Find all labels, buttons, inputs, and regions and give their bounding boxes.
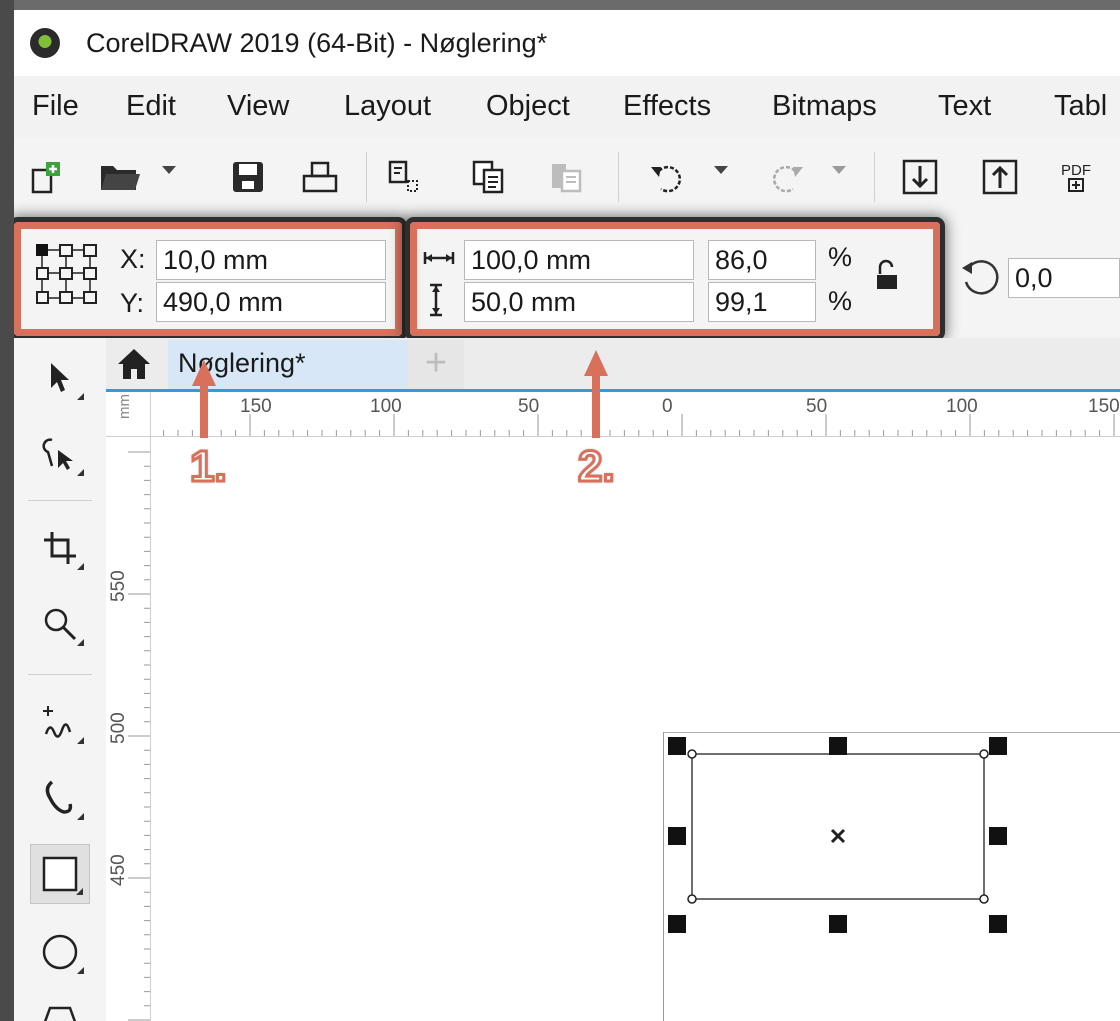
ruler-origin-corner[interactable]: mm [106,392,151,437]
flyout-indicator-icon [77,563,84,570]
add-tab-button[interactable]: + [408,340,464,389]
cut-icon[interactable] [386,160,422,194]
undo-icon[interactable] [646,160,692,194]
standard-toolbar: PDF [14,138,1120,216]
ruler-label: 150 [1088,396,1120,417]
flyout-indicator-icon [77,469,84,476]
document-tab-bar: Nøglering* + [106,338,1120,392]
flyout-indicator-icon [77,639,84,646]
ruler-label: 450 [108,854,129,886]
annotation-label-2: 2. [577,441,617,493]
menu-bar: File Edit View Layout Object Effects Bit… [14,76,1120,138]
annotation-label-1: 1. [189,441,229,493]
highlight-box-size [410,222,940,336]
frame-border [0,0,14,1021]
redo-dropdown-icon[interactable] [832,166,846,174]
toolbox-separator [28,674,92,675]
shape-tool-icon[interactable] [30,424,90,484]
document-tab[interactable]: Nøglering* [168,340,408,389]
save-icon[interactable] [230,160,266,194]
flyout-indicator-icon [77,737,84,744]
toolbar-separator [366,152,367,202]
drawing-canvas[interactable] [151,437,1120,1021]
ruler-label: 0 [662,396,673,417]
vertical-ruler: 550 500 450 [106,392,151,1021]
horizontal-ruler: 150 100 50 0 50 100 150 [106,392,1120,437]
ruler-label: 550 [108,570,129,602]
vertical-ruler-ticks [128,451,150,1021]
menu-file[interactable]: File [32,90,79,123]
flyout-indicator-icon [77,393,84,400]
undo-dropdown-icon[interactable] [714,166,728,174]
open-icon[interactable] [98,160,144,194]
document-tab-label: Nøglering* [178,348,306,378]
ruler-label: 150 [240,396,272,417]
screenshot-frame: CorelDRAW 2019 (64-Bit) - Nøglering* Fil… [0,0,1120,1021]
redo-icon[interactable] [762,160,808,194]
menu-table[interactable]: Tabl [1054,90,1107,123]
pick-tool-icon[interactable] [30,348,90,408]
title-bar: CorelDRAW 2019 (64-Bit) - Nøglering* [14,10,1120,76]
export-icon[interactable] [980,159,1020,195]
flyout-indicator-icon [77,813,84,820]
open-dropdown-icon[interactable] [162,166,176,174]
menu-edit[interactable]: Edit [126,90,176,123]
home-icon[interactable] [116,346,152,382]
menu-bitmaps[interactable]: Bitmaps [772,90,877,123]
window-title: CorelDRAW 2019 (64-Bit) - Nøglering* [86,28,548,58]
ruler-units-label: mm [116,394,133,419]
coreldraw-window: CorelDRAW 2019 (64-Bit) - Nøglering* Fil… [14,10,1120,1021]
rectangle-tool-icon[interactable] [30,844,90,904]
print-icon[interactable] [300,160,340,194]
ellipse-tool-icon[interactable] [30,922,90,982]
crop-tool-icon[interactable] [30,518,90,578]
zoom-tool-icon[interactable] [30,594,90,654]
coreldraw-logo-icon [30,28,60,58]
toolbox-separator [28,500,92,501]
copy-icon[interactable] [470,160,510,194]
selected-rectangle-graphic[interactable] [151,437,1120,1021]
flyout-indicator-icon [77,967,84,974]
publish-pdf-icon[interactable]: PDF [1052,160,1100,194]
artistic-media-tool-icon[interactable] [30,768,90,828]
menu-object[interactable]: Object [486,90,570,123]
toolbox [14,338,107,1021]
toolbar-separator [874,152,875,202]
ruler-label: 100 [946,396,978,417]
rotation-angle-field[interactable]: 0,0 [1008,258,1120,298]
new-document-icon[interactable] [28,160,64,194]
toolbar-separator [618,152,619,202]
pdf-label: PDF [1061,161,1091,179]
polygon-tool-icon[interactable] [30,990,90,1021]
menu-layout[interactable]: Layout [344,90,431,123]
flyout-indicator-icon [76,888,83,895]
menu-view[interactable]: View [227,90,289,123]
menu-effects[interactable]: Effects [623,90,711,123]
highlight-box-position [14,222,402,336]
freehand-tool-icon[interactable] [30,692,90,752]
paste-icon[interactable] [546,160,586,194]
property-bar: X: 10,0 mm Y: 490,0 mm 100,0 mm 50,0 mm … [14,216,1120,338]
menu-text[interactable]: Text [938,90,991,123]
ruler-label: 100 [370,396,402,417]
ruler-label: 500 [108,712,129,744]
rotation-icon [958,256,1004,307]
ruler-label: 50 [518,396,540,417]
import-icon[interactable] [900,159,940,195]
frame-border [0,0,1120,10]
ruler-label: 50 [806,396,828,417]
